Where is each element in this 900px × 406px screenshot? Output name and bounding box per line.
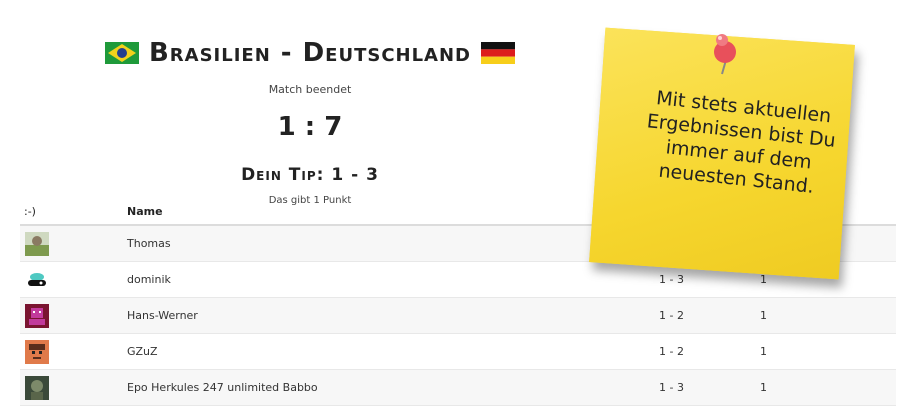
player-tip: 1 - 2 bbox=[659, 345, 684, 358]
match-title: Brasilien - Deutschland bbox=[0, 38, 620, 68]
table-row[interactable]: Hans-Werner 1 - 2 1 bbox=[20, 298, 896, 334]
home-team-name: Brasilien bbox=[148, 38, 271, 68]
player-name: GZuZ bbox=[127, 345, 158, 358]
player-points: 1 bbox=[760, 273, 767, 286]
player-name: dominik bbox=[127, 273, 171, 286]
final-score: 1 : 7 bbox=[277, 112, 343, 142]
match-status: Match beendet bbox=[268, 83, 352, 96]
team-separator: - bbox=[280, 38, 293, 68]
player-points: 1 bbox=[760, 345, 767, 358]
player-points: 1 bbox=[760, 381, 767, 394]
player-name: Epo Herkules 247 unlimited Babbo bbox=[127, 381, 318, 394]
user-tip: Dein Tip: 1 - 3 bbox=[241, 165, 379, 185]
avatar bbox=[25, 232, 49, 256]
player-tip: 1 - 2 bbox=[659, 309, 684, 322]
player-points: 1 bbox=[760, 309, 767, 322]
avatar bbox=[25, 304, 49, 328]
pushpin-icon bbox=[714, 34, 736, 75]
table-row[interactable]: GZuZ 1 - 2 1 bbox=[20, 334, 896, 370]
name-column-header: Name bbox=[127, 205, 163, 218]
player-name: Hans-Werner bbox=[127, 309, 198, 322]
away-team-name: Deutschland bbox=[302, 38, 471, 68]
brazil-flag-icon bbox=[104, 42, 139, 64]
player-name: Thomas bbox=[127, 237, 171, 250]
germany-flag-icon bbox=[481, 42, 515, 64]
avatar bbox=[28, 273, 46, 286]
player-tip: 1 - 3 bbox=[659, 273, 684, 286]
avatar bbox=[25, 340, 49, 364]
avatar-column-header: :-) bbox=[24, 205, 36, 218]
player-tip: 1 - 3 bbox=[659, 381, 684, 394]
avatar bbox=[25, 376, 49, 400]
table-row[interactable]: Epo Herkules 247 unlimited Babbo 1 - 3 1 bbox=[20, 370, 896, 406]
